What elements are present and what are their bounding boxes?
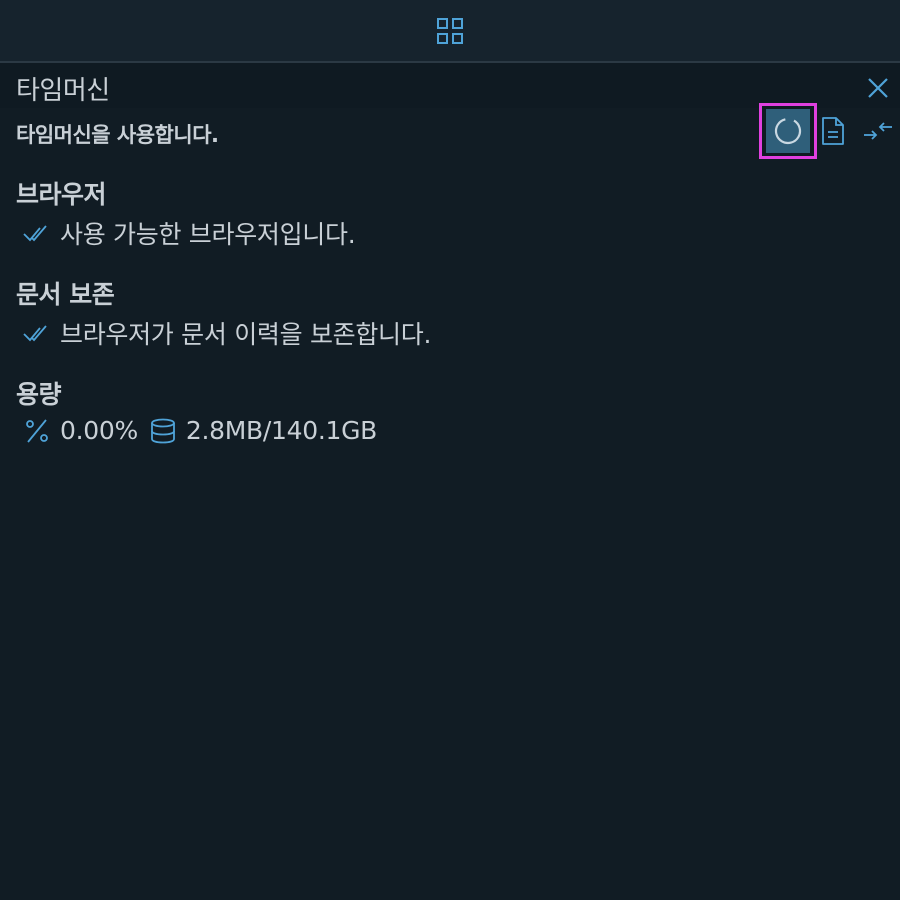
double-check-icon — [23, 325, 47, 342]
document-icon — [822, 117, 844, 145]
doc-preserve-status-text: 브라우저가 문서 이력을 보존합니다. — [60, 320, 432, 349]
close-icon[interactable] — [864, 74, 892, 102]
panel-title: 타임머신 — [16, 76, 110, 106]
double-check-icon — [23, 225, 47, 242]
browser-section-title: 브라우저 — [16, 180, 107, 209]
circular-progress-icon — [774, 117, 802, 145]
browser-status-text: 사용 가능한 브라우저입니다. — [60, 220, 356, 249]
grid-icon[interactable] — [437, 17, 463, 44]
top-bar — [0, 0, 900, 63]
timemachine-status: 타임머신을 사용합니다. — [16, 123, 219, 147]
doc-preserve-status-row: 브라우저가 문서 이력을 보존합니다. — [22, 315, 431, 351]
capacity-percent: 0.00% — [60, 416, 138, 445]
collapse-button[interactable] — [852, 105, 900, 157]
browser-status-row: 사용 가능한 브라우저입니다. — [22, 215, 356, 251]
doc-preserve-section-title: 문서 보존 — [16, 280, 115, 309]
database-icon — [151, 418, 175, 443]
collapse-arrows-icon — [864, 122, 892, 140]
capacity-row: 0.00% 2.8MB/140.1GB — [22, 416, 377, 445]
panel-header: 타임머신 — [0, 63, 900, 108]
capacity-usage: 2.8MB/140.1GB — [185, 416, 378, 445]
percent-icon — [26, 418, 48, 443]
capacity-section-title: 용량 — [16, 380, 62, 409]
